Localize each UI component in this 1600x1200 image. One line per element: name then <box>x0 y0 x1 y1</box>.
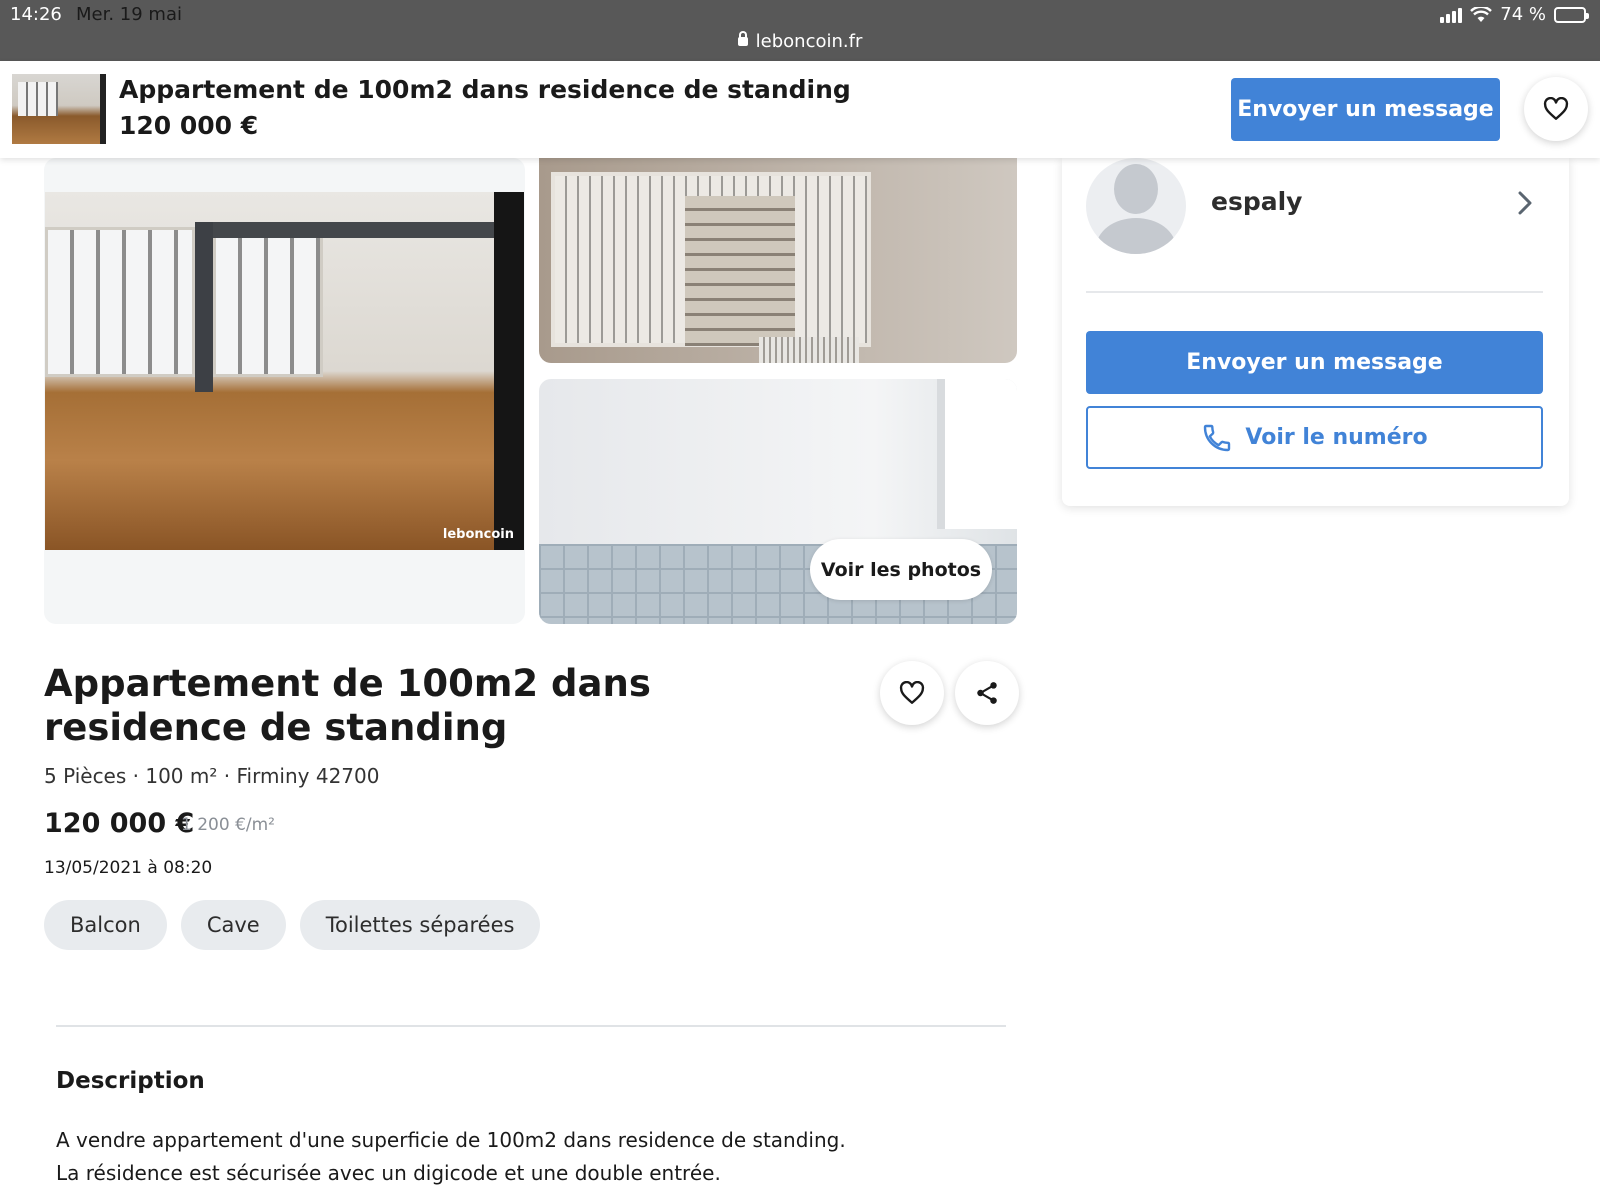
chevron-right-icon[interactable] <box>1518 191 1532 215</box>
share-button[interactable] <box>955 661 1019 725</box>
favorite-button[interactable] <box>880 661 944 725</box>
section-divider <box>56 1025 1006 1027</box>
status-time: 14:26 <box>10 4 62 25</box>
send-message-button[interactable]: Envoyer un message <box>1086 331 1543 394</box>
heart-icon <box>1543 97 1569 120</box>
ad-criteria: 5 Pièces · 100 m² · Firminy 42700 <box>44 764 380 788</box>
see-phone-button[interactable]: Voir le numéro <box>1086 406 1543 469</box>
see-photos-button[interactable]: Voir les photos <box>810 539 992 600</box>
photo-radiator <box>759 337 859 363</box>
sticky-ad-price: 120 000 € <box>119 111 259 140</box>
address-text: leboncoin.fr <box>755 31 863 52</box>
sticky-send-message-button[interactable]: Envoyer un message <box>1231 78 1500 141</box>
phone-icon <box>1204 424 1231 451</box>
photo-beam <box>195 222 515 238</box>
ad-price-per-m2: 1 200 €/m² <box>181 815 275 835</box>
ad-tags: Balcon Cave Toilettes séparées <box>44 900 541 950</box>
sticky-favorite-button[interactable] <box>1524 77 1588 141</box>
battery-icon <box>1554 6 1589 23</box>
address-bar[interactable]: leboncoin.fr <box>0 31 1600 52</box>
sticky-ad-header: Appartement de 100m2 dans residence de s… <box>0 61 1600 158</box>
description-line: A vendre appartement d'une superficie de… <box>56 1128 846 1152</box>
seller-card: espaly Envoyer un message Voir le numéro <box>1062 158 1569 506</box>
seller-name[interactable]: espaly <box>1211 187 1302 216</box>
wifi-icon <box>1470 6 1493 22</box>
description-line: La résidence est sécurisée avec un digic… <box>56 1161 721 1185</box>
heart-icon <box>899 681 925 704</box>
seller-divider <box>1086 291 1543 293</box>
photo-door <box>494 192 524 550</box>
ad-thumbnail[interactable] <box>12 74 106 144</box>
status-indicators: 74 % <box>1440 4 1589 25</box>
lock-icon <box>737 31 748 46</box>
photo-window <box>937 379 1017 529</box>
status-date: Mer. 19 mai <box>76 4 182 25</box>
photo-main[interactable]: leboncoin <box>45 192 524 550</box>
signal-icon <box>1440 7 1463 23</box>
seller-avatar[interactable] <box>1086 158 1186 254</box>
photo-window <box>551 172 871 347</box>
photo-pillar <box>195 222 213 392</box>
description-title: Description <box>56 1068 205 1094</box>
photo-secondary-top[interactable] <box>539 158 1017 363</box>
photo-window <box>45 227 195 377</box>
ad-price: 120 000 € <box>44 808 195 839</box>
tag-cave: Cave <box>180 900 286 950</box>
description-body: A vendre appartement d'une superficie de… <box>56 1124 846 1190</box>
battery-percent: 74 % <box>1500 4 1546 25</box>
sticky-ad-title: Appartement de 100m2 dans residence de s… <box>119 75 851 104</box>
share-icon <box>977 682 997 704</box>
tag-balcon: Balcon <box>44 900 167 950</box>
status-bar: 14:26 Mer. 19 mai 74 % leboncoin.fr <box>0 0 1600 61</box>
tag-toilettes: Toilettes séparées <box>299 900 541 950</box>
photo-watermark: leboncoin <box>442 527 514 542</box>
ad-date: 13/05/2021 à 08:20 <box>44 858 213 878</box>
ad-title: Appartement de 100m2 dans residence de s… <box>44 662 651 749</box>
see-phone-label: Voir le numéro <box>1245 425 1428 450</box>
photo-window <box>213 227 323 377</box>
